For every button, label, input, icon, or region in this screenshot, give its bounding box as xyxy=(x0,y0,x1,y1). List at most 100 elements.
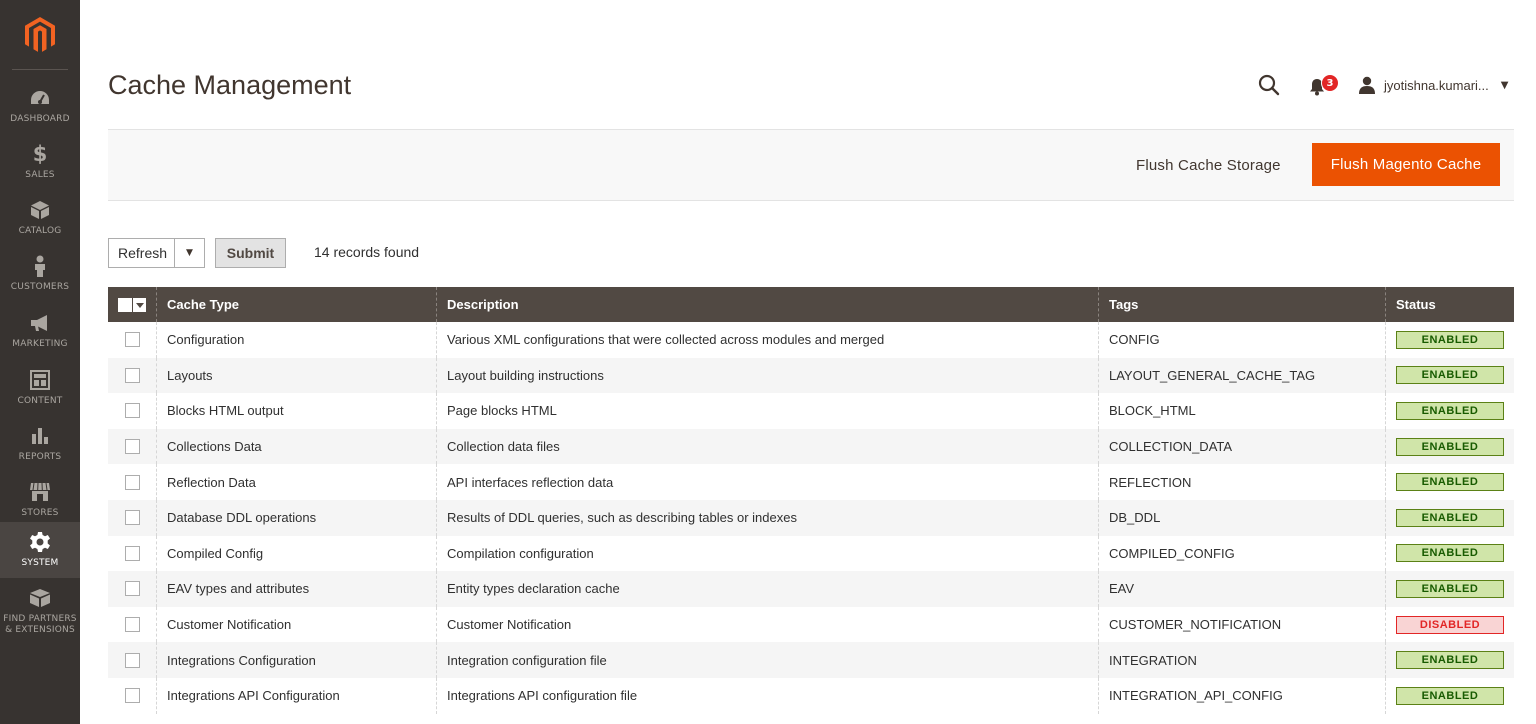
column-header-description: Description xyxy=(437,287,1099,322)
table-row[interactable]: Configuration Various XML configurations … xyxy=(108,322,1514,358)
mass-action-select[interactable]: Refresh ▼ xyxy=(108,238,205,268)
cell-status: DISABLED xyxy=(1386,607,1514,643)
sidebar-item-sales[interactable]: $ SALES xyxy=(0,134,80,190)
user-name: jyotishna.kumari... xyxy=(1384,77,1489,93)
cell-status: ENABLED xyxy=(1386,464,1514,500)
cell-cache-type: Layouts xyxy=(157,357,437,394)
notification-count-badge: 3 xyxy=(1321,74,1339,92)
row-checkbox-cell xyxy=(108,428,157,465)
dollar-icon: $ xyxy=(32,142,48,166)
status-badge: ENABLED xyxy=(1396,437,1504,456)
magento-logo[interactable] xyxy=(0,0,80,70)
cell-cache-type: Blocks HTML output xyxy=(157,393,437,429)
row-checkbox-cell xyxy=(108,606,157,643)
cell-description: Entity types declaration cache xyxy=(437,571,1099,607)
cell-status: ENABLED xyxy=(1386,678,1514,714)
chevron-down-icon: ▼ xyxy=(174,239,204,267)
cell-tags: INTEGRATION_API_CONFIG xyxy=(1099,677,1386,714)
cell-tags: COLLECTION_DATA xyxy=(1099,428,1386,465)
row-checkbox[interactable] xyxy=(124,688,140,704)
row-checkbox[interactable] xyxy=(124,439,140,455)
table-row[interactable]: Layouts Layout building instructions LAYOU… xyxy=(108,357,1514,394)
submit-button[interactable]: Submit xyxy=(215,238,286,268)
cell-tags: COMPILED_CONFIG xyxy=(1099,535,1386,572)
sidebar-item-label: STORES xyxy=(21,508,59,518)
status-badge: ENABLED xyxy=(1396,330,1504,349)
sidebar-item-label: MARKETING xyxy=(12,339,68,349)
grid-body: Configuration Various XML configurations … xyxy=(108,322,1514,714)
row-checkbox[interactable] xyxy=(124,474,140,490)
table-row[interactable]: Collections Data Collection data files COL… xyxy=(108,428,1514,465)
select-all-checkbox[interactable] xyxy=(118,297,132,312)
sidebar-item-reports[interactable]: REPORTS xyxy=(0,416,80,472)
table-row[interactable]: Integrations API Configuration Integratio… xyxy=(108,677,1514,714)
cell-description: Various XML configurations that were col… xyxy=(437,322,1099,358)
sidebar-item-system[interactable]: SYSTEM xyxy=(0,522,80,578)
column-header-tags: Tags xyxy=(1099,287,1386,322)
row-checkbox-cell xyxy=(108,571,157,607)
cell-status: ENABLED xyxy=(1386,500,1514,536)
cell-description: API interfaces reflection data xyxy=(437,464,1099,500)
row-checkbox[interactable] xyxy=(124,332,140,348)
table-row[interactable]: Blocks HTML output Page blocks HTML BLOCK_… xyxy=(108,393,1514,429)
sidebar-item-catalog[interactable]: CATALOG xyxy=(0,190,80,246)
flush-cache-storage-button[interactable]: Flush Cache Storage xyxy=(1120,143,1297,187)
cell-tags: BLOCK_HTML xyxy=(1099,393,1386,429)
row-checkbox-cell xyxy=(108,464,157,500)
notifications-button[interactable]: 3 xyxy=(1307,74,1341,100)
sidebar-item-dashboard[interactable]: DASHBOARD xyxy=(0,78,80,134)
row-checkbox[interactable] xyxy=(124,652,140,668)
chevron-down-icon[interactable] xyxy=(132,297,146,312)
sidebar-item-find-partners[interactable]: FIND PARTNERS & EXTENSIONS xyxy=(0,578,80,644)
grid-header-mass-select[interactable] xyxy=(108,287,157,322)
row-checkbox[interactable] xyxy=(124,367,140,383)
row-checkbox[interactable] xyxy=(124,545,140,561)
user-icon xyxy=(1359,76,1375,94)
status-badge: ENABLED xyxy=(1396,366,1504,385)
status-badge: ENABLED xyxy=(1396,579,1504,598)
sidebar-item-label-line: & EXTENSIONS xyxy=(5,625,75,635)
cell-tags: CUSTOMER_NOTIFICATION xyxy=(1099,606,1386,643)
sidebar-item-content[interactable]: CONTENT xyxy=(0,360,80,416)
storefront-icon xyxy=(28,480,52,504)
row-checkbox-cell xyxy=(108,677,157,714)
table-row[interactable]: Compiled Config Compilation configuration… xyxy=(108,535,1514,572)
table-row[interactable]: Customer Notification Customer Notificati… xyxy=(108,606,1514,643)
row-checkbox[interactable] xyxy=(124,581,140,597)
table-row[interactable]: Integrations Configuration Integration co… xyxy=(108,642,1514,678)
flush-magento-cache-button[interactable]: Flush Magento Cache xyxy=(1312,143,1500,186)
chevron-down-icon: ▼ xyxy=(1500,79,1509,91)
cell-description: Page blocks HTML xyxy=(437,393,1099,429)
search-icon[interactable] xyxy=(1257,73,1281,97)
table-row[interactable]: Database DDL operations Results of DDL qu… xyxy=(108,499,1514,536)
cell-cache-type: Database DDL operations xyxy=(157,499,437,536)
table-row[interactable]: Reflection Data API interfaces reflection… xyxy=(108,464,1514,500)
row-checkbox[interactable] xyxy=(124,617,140,633)
cell-tags: LAYOUT_GENERAL_CACHE_TAG xyxy=(1099,357,1386,394)
status-badge: ENABLED xyxy=(1396,651,1504,670)
cell-status: ENABLED xyxy=(1386,393,1514,429)
row-checkbox[interactable] xyxy=(124,510,140,526)
row-checkbox[interactable] xyxy=(124,403,140,419)
dashboard-icon xyxy=(28,86,52,110)
cell-status: ENABLED xyxy=(1386,429,1514,465)
table-row[interactable]: EAV types and attributes Entity types dec… xyxy=(108,571,1514,607)
user-account-menu[interactable]: jyotishna.kumari... ▼ xyxy=(1358,74,1508,96)
cell-description: Results of DDL queries, such as describi… xyxy=(437,499,1099,536)
cell-status: ENABLED xyxy=(1386,571,1514,607)
row-checkbox-cell xyxy=(108,642,157,678)
cell-cache-type: Integrations Configuration xyxy=(157,642,437,678)
status-badge: ENABLED xyxy=(1396,508,1504,527)
sidebar-item-label-line: FIND PARTNERS xyxy=(3,614,77,624)
cell-tags: DB_DDL xyxy=(1099,499,1386,536)
logo-divider xyxy=(12,69,68,70)
grid-header-row: Cache Type Description Tags Status xyxy=(108,287,1514,322)
admin-sidebar: DASHBOARD $ SALES CATALOG CUSTOMERS MARK… xyxy=(0,0,80,724)
cell-status: ENABLED xyxy=(1386,536,1514,572)
sidebar-item-customers[interactable]: CUSTOMERS xyxy=(0,246,80,302)
sidebar-item-stores[interactable]: STORES xyxy=(0,472,80,528)
row-checkbox-cell xyxy=(108,393,157,429)
sidebar-item-marketing[interactable]: MARKETING xyxy=(0,303,80,359)
mass-select-checkbox[interactable] xyxy=(118,297,146,312)
column-header-status: Status xyxy=(1396,297,1436,312)
